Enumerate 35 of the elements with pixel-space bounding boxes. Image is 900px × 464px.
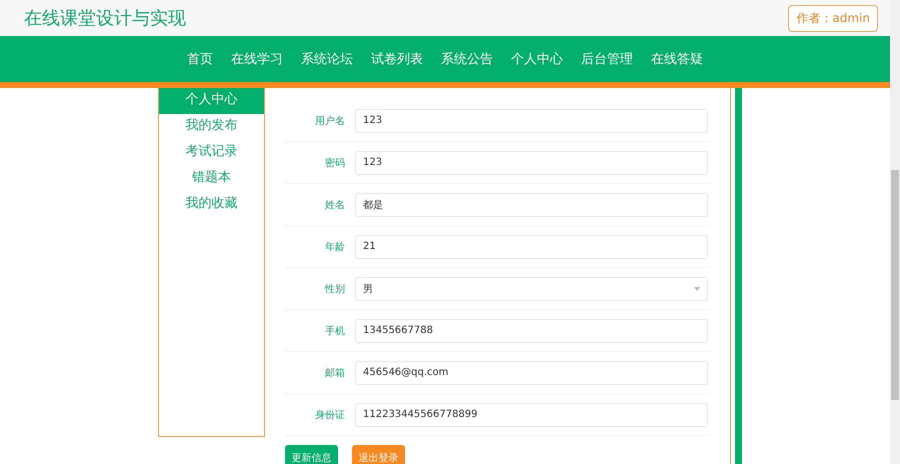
sidebar-item[interactable]: 我的收藏 [159,192,264,218]
select-value: 男 [363,282,373,296]
input-field[interactable]: 13455667788 [355,318,708,342]
field-label: 身份证 [314,408,345,422]
nav-link[interactable]: 在线学习 [222,50,292,68]
logout-button[interactable]: 退出登录 [352,445,405,464]
select-field[interactable]: 男 [355,276,708,300]
nav-link[interactable]: 系统公告 [432,50,502,68]
input-field[interactable]: 456546@qq.com [355,360,708,384]
field-label: 姓名 [324,198,345,212]
input-field[interactable]: 123 [355,150,708,174]
author-button[interactable]: 作者：admin [788,4,878,32]
nav-link[interactable]: 个人中心 [502,50,572,68]
update-button[interactable]: 更新信息 [285,445,338,464]
scrollbar[interactable] [890,0,900,464]
field-label: 手机 [324,324,345,338]
sidebar-item[interactable]: 考试记录 [159,140,264,166]
field-label: 密码 [324,156,345,170]
field-label: 性别 [324,282,345,296]
sidebar-item[interactable]: 我的发布 [159,114,264,140]
sidebar-item[interactable]: 错题本 [159,166,264,192]
field-label: 邮箱 [324,366,345,380]
nav-link[interactable]: 试卷列表 [362,50,432,68]
input-field[interactable]: 都是 [355,192,708,216]
field-label: 年龄 [324,240,345,254]
nav-link[interactable]: 系统论坛 [292,50,362,68]
nav-link[interactable]: 后台管理 [572,50,642,68]
nav-link[interactable]: 在线答疑 [642,50,712,68]
input-field[interactable]: 21 [355,234,708,258]
field-label: 用户名 [314,114,345,128]
site-title: 在线课堂设计与实现 [24,7,186,30]
input-field[interactable]: 112233445566778899 [355,402,708,426]
input-field[interactable]: 123 [355,108,708,132]
sidebar-item[interactable]: 个人中心 [159,88,264,114]
nav-link[interactable]: 首页 [178,50,222,68]
